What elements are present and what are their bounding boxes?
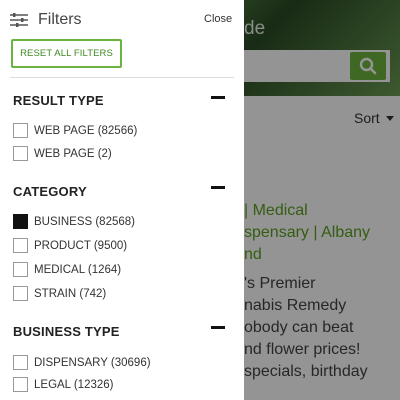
filter-panel: Filters Close RESET ALL FILTERS RESULT T… — [0, 0, 244, 400]
section-title: RESULT TYPE — [13, 93, 104, 108]
close-button[interactable]: Close — [204, 13, 232, 25]
filter-option[interactable]: MEDICAL (1264) — [13, 262, 121, 277]
filter-option[interactable]: BUSINESS (82568) — [13, 214, 135, 229]
checkbox[interactable] — [13, 355, 28, 370]
filter-option[interactable]: WEB PAGE (2) — [13, 146, 112, 161]
option-label: PRODUCT (9500) — [34, 239, 128, 252]
panel-title: Filters — [38, 11, 82, 28]
reset-all-filters-button[interactable]: RESET ALL FILTERS — [11, 39, 122, 68]
checkbox[interactable] — [13, 123, 28, 138]
minus-icon[interactable] — [211, 326, 225, 329]
checkbox[interactable] — [13, 377, 28, 392]
divider — [10, 77, 234, 78]
option-label: MEDICAL (1264) — [34, 263, 122, 276]
filter-option[interactable]: DISPENSARY (30696) — [13, 355, 151, 370]
checkbox[interactable] — [13, 262, 28, 277]
option-label: LEGAL (12326) — [34, 378, 114, 391]
checkbox[interactable] — [13, 286, 28, 301]
option-label: WEB PAGE (82566) — [34, 124, 138, 137]
filter-option[interactable]: WEB PAGE (82566) — [13, 123, 137, 138]
checkbox-checked[interactable] — [13, 214, 28, 229]
filter-option[interactable]: LEGAL (12326) — [13, 377, 113, 392]
option-label: WEB PAGE (2) — [34, 147, 112, 160]
checkbox[interactable] — [13, 146, 28, 161]
panel-header: Filters — [10, 11, 82, 29]
sliders-icon — [10, 13, 28, 27]
option-label: STRAIN (742) — [34, 287, 107, 300]
section-title: CATEGORY — [13, 184, 87, 199]
filter-option[interactable]: STRAIN (742) — [13, 286, 106, 301]
minus-icon[interactable] — [211, 186, 225, 189]
minus-icon[interactable] — [211, 96, 225, 99]
filter-option[interactable]: PRODUCT (9500) — [13, 238, 127, 253]
checkbox[interactable] — [13, 238, 28, 253]
option-label: BUSINESS (82568) — [34, 215, 135, 228]
option-label: DISPENSARY (30696) — [34, 356, 151, 369]
section-title: BUSINESS TYPE — [13, 324, 120, 339]
